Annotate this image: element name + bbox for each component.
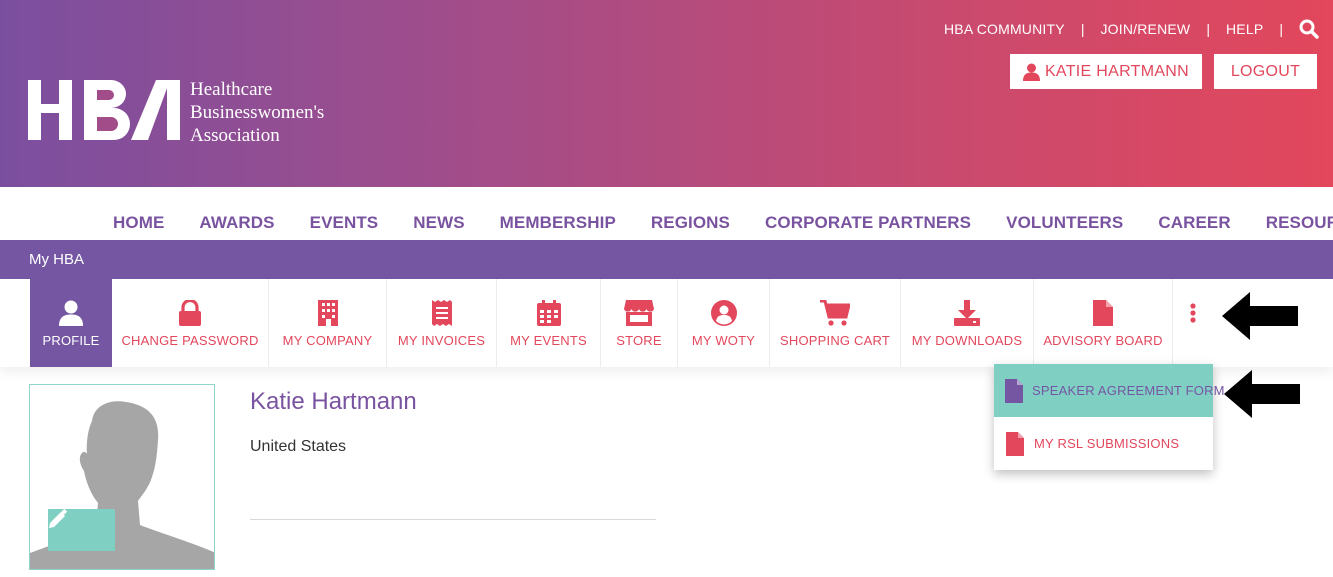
lock-icon: [179, 300, 201, 326]
nav-career[interactable]: CAREER: [1158, 213, 1230, 233]
logo-line-3: Association: [190, 125, 280, 146]
tab-label: SHOPPING CART: [780, 333, 890, 348]
join-renew-link[interactable]: JOIN/RENEW: [1100, 21, 1190, 37]
link-separator: |: [1279, 21, 1283, 37]
tab-label: PROFILE: [42, 333, 100, 348]
more-tabs-dropdown: SPEAKER AGREEMENT FORM MY RSL SUBMISSION…: [994, 364, 1225, 470]
nav-volunteers[interactable]: VOLUNTEERS: [1006, 213, 1123, 233]
cart-icon: [820, 300, 850, 326]
hba-logo-mark: [28, 80, 180, 140]
logo-line-1: Healthcare: [190, 79, 273, 100]
user-icon: [59, 300, 83, 326]
tab-label: MY DOWNLOADS: [911, 333, 1023, 348]
menu-item-label: MY RSL SUBMISSIONS: [1034, 436, 1180, 451]
tab-label: MY COMPANY: [282, 333, 373, 348]
more-vertical-icon: [1190, 303, 1196, 323]
help-link[interactable]: HELP: [1226, 21, 1263, 37]
tab-my-events[interactable]: MY EVENTS: [497, 279, 601, 367]
user-icon: [1022, 63, 1040, 81]
profile-photo: [29, 384, 215, 570]
tab-profile[interactable]: PROFILE: [30, 279, 112, 367]
site-header: Healthcare Businesswomen's Association H…: [0, 0, 1333, 187]
profile-name: Katie Hartmann: [250, 388, 417, 415]
download-icon: [954, 300, 980, 326]
tab-my-invoices[interactable]: MY INVOICES: [387, 279, 497, 367]
profile-country: United States: [250, 438, 347, 455]
nav-resources[interactable]: RESOURCES: [1266, 213, 1333, 233]
logo-line-2: Businesswomen's: [190, 102, 325, 123]
tab-change-password[interactable]: CHANGE PASSWORD: [112, 279, 269, 367]
my-hba-title: My HBA: [29, 251, 85, 268]
hba-logo[interactable]: Healthcare Businesswomen's Association: [28, 78, 324, 147]
user-circle-icon: [710, 300, 737, 326]
menu-item-my-rsl-submissions[interactable]: MY RSL SUBMISSIONS: [994, 417, 1213, 470]
menu-item-label: SPEAKER AGREEMENT FORM: [1032, 383, 1225, 398]
nav-regions[interactable]: REGIONS: [651, 213, 730, 233]
nav-awards[interactable]: AWARDS: [199, 213, 274, 233]
receipt-icon: [431, 300, 452, 326]
more-tabs-button[interactable]: [1173, 279, 1213, 367]
arrow-left-icon: [1222, 292, 1298, 340]
utility-links: HBA COMMUNITY | JOIN/RENEW | HELP |: [944, 19, 1319, 39]
menu-item-speaker-agreement-form[interactable]: SPEAKER AGREEMENT FORM: [994, 364, 1225, 417]
building-icon: [317, 300, 338, 326]
file-icon: [1093, 300, 1113, 326]
tab-my-woty[interactable]: MY WOTY: [678, 279, 770, 367]
my-hba-bar: My HBA: [0, 240, 1333, 279]
tab-label: MY WOTY: [691, 333, 756, 348]
tab-label: STORE: [616, 333, 662, 348]
tab-label: CHANGE PASSWORD: [121, 333, 259, 348]
link-separator: |: [1206, 21, 1210, 37]
nav-events[interactable]: EVENTS: [310, 213, 379, 233]
file-icon: [1005, 378, 1023, 403]
nav-home[interactable]: HOME: [113, 213, 164, 233]
nav-corporate-partners[interactable]: CORPORATE PARTNERS: [765, 213, 971, 233]
tab-advisory-board[interactable]: ADVISORY BOARD: [1034, 279, 1173, 367]
main-navigation: HOME AWARDS EVENTS NEWS MEMBERSHIP REGIO…: [0, 187, 1333, 240]
user-account-button[interactable]: KATIE HARTMANN: [1010, 54, 1202, 89]
logout-button[interactable]: LOGOUT: [1214, 54, 1317, 89]
tab-store[interactable]: STORE: [601, 279, 678, 367]
calendar-icon: [536, 300, 561, 326]
nav-membership[interactable]: MEMBERSHIP: [500, 213, 616, 233]
file-icon: [1006, 431, 1024, 456]
tab-label: MY INVOICES: [397, 333, 486, 348]
search-icon[interactable]: [1299, 19, 1319, 39]
tab-my-company[interactable]: MY COMPANY: [269, 279, 387, 367]
hba-community-link[interactable]: HBA COMMUNITY: [944, 21, 1065, 37]
profile-divider: [250, 519, 656, 520]
tab-my-downloads[interactable]: MY DOWNLOADS: [901, 279, 1034, 367]
logo-wordmark: Healthcare Businesswomen's Association: [190, 78, 324, 147]
user-account-name: KATIE HARTMANN: [1044, 62, 1190, 80]
tab-label: MY EVENTS: [510, 333, 587, 348]
link-separator: |: [1080, 21, 1085, 37]
arrow-left-icon: [1224, 370, 1300, 418]
store-icon: [624, 300, 654, 326]
nav-news[interactable]: NEWS: [413, 213, 464, 233]
profile-tabs: PROFILE CHANGE PASSWORD MY COMPANY MY IN…: [0, 279, 1333, 367]
edit-photo-button[interactable]: [48, 509, 115, 551]
pencil-icon: [49, 509, 68, 528]
tab-label: ADVISORY BOARD: [1043, 333, 1163, 348]
tab-shopping-cart[interactable]: SHOPPING CART: [770, 279, 901, 367]
